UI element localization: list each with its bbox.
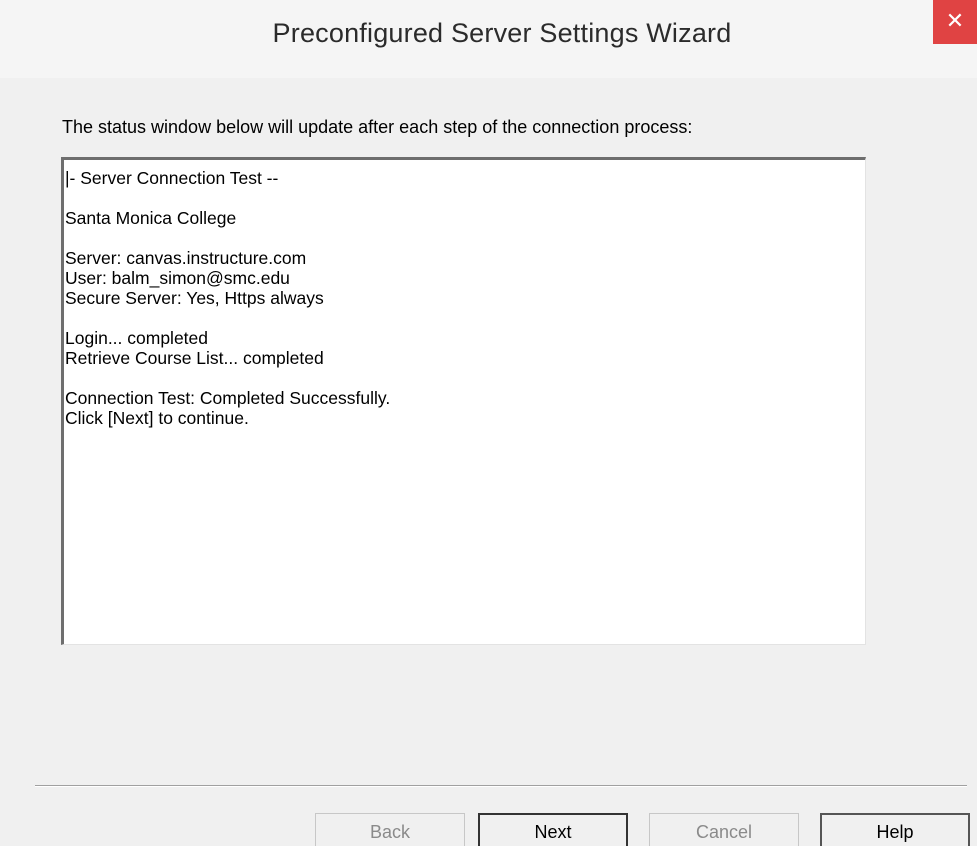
status-line [65, 368, 865, 388]
instruction-label: The status window below will update afte… [62, 117, 693, 137]
status-line [65, 308, 865, 328]
status-line [65, 188, 865, 208]
status-line: Server: canvas.instructure.com [65, 248, 307, 268]
window-title: Preconfigured Server Settings Wizard [272, 18, 732, 48]
next-button[interactable]: Next [478, 813, 628, 846]
wizard-window: Preconfigured Server Settings Wizard ✕ T… [0, 0, 977, 846]
status-line: Santa Monica College [65, 208, 237, 228]
status-window[interactable]: |- Server Connection Test -- Santa Monic… [61, 157, 866, 645]
status-line: Secure Server: Yes, Https always [65, 288, 324, 308]
status-line: |- Server Connection Test -- [65, 168, 279, 188]
status-line: User: balm_simon@smc.edu [65, 268, 290, 288]
status-line: Retrieve Course List... completed [65, 348, 324, 368]
back-button[interactable]: Back [315, 813, 465, 846]
status-line [65, 228, 865, 248]
help-button[interactable]: Help [820, 813, 970, 846]
button-separator [35, 785, 967, 787]
close-icon[interactable]: ✕ [933, 0, 977, 44]
status-line: Connection Test: Completed Successfully. [65, 388, 391, 408]
cancel-button[interactable]: Cancel [649, 813, 799, 846]
status-line: Click [Next] to continue. [65, 408, 249, 428]
title-bar: Preconfigured Server Settings Wizard ✕ [0, 0, 977, 78]
status-line: Login... completed [65, 328, 209, 348]
